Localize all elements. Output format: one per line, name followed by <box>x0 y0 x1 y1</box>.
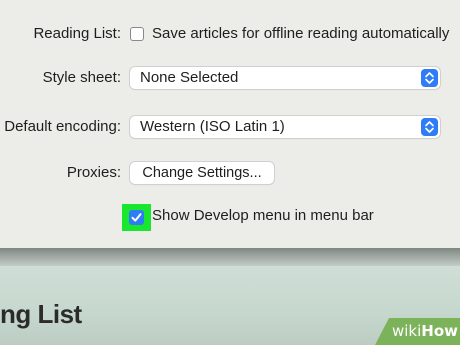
default-encoding-select[interactable]: Western (ISO Latin 1) <box>130 116 440 138</box>
default-encoding-value: Western (ISO Latin 1) <box>140 118 285 135</box>
default-encoding-label: Default encoding: <box>4 118 121 135</box>
style-sheet-select[interactable]: None Selected <box>130 67 440 89</box>
reading-list-label: Reading List: <box>33 25 121 42</box>
style-sheet-label: Style sheet: <box>42 69 121 86</box>
style-sheet-value: None Selected <box>140 69 239 86</box>
develop-menu-checkbox[interactable] <box>129 210 144 225</box>
reading-list-checkbox[interactable] <box>130 27 144 41</box>
proxies-label: Proxies: <box>66 164 121 181</box>
develop-menu-checkbox-label[interactable]: Show Develop menu in menu bar <box>152 207 374 224</box>
chevron-up-down-icon <box>421 118 438 136</box>
checkmark-icon <box>131 213 142 222</box>
reading-list-checkbox-label[interactable]: Save articles for offline reading automa… <box>152 25 449 42</box>
wikihow-logo: wikiHow <box>392 322 459 340</box>
change-settings-button[interactable]: Change Settings... <box>130 162 274 184</box>
wikihow-watermark: wikiHow <box>375 318 460 345</box>
background-page-heading: ng List <box>0 299 82 329</box>
advanced-preferences-panel: Reading List: Save articles for offline … <box>0 0 460 248</box>
window-shadow <box>0 248 460 266</box>
chevron-up-down-icon <box>421 69 438 87</box>
